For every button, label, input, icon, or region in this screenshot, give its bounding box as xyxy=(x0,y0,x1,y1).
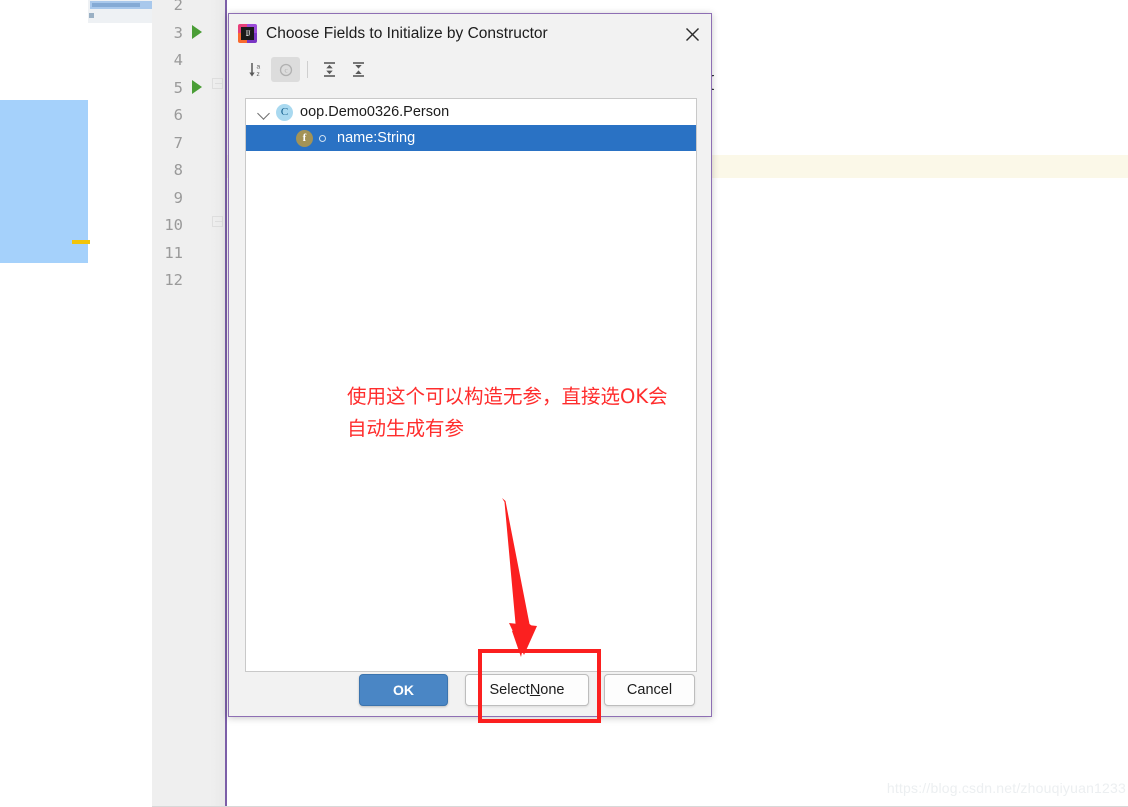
tree-node-field-label: name:String xyxy=(337,130,416,146)
editor-gutter[interactable]: 2 3 4 5 6 7 8 9 10 11 12 xyxy=(152,0,227,807)
group-by-class-icon[interactable]: c xyxy=(271,57,300,82)
gutter-line-number: 3 xyxy=(173,23,183,42)
gutter-line-number: 2 xyxy=(173,0,183,14)
gutter-line-number: 12 xyxy=(164,271,183,289)
annotation-note-text: 使用这个可以构造无参，直接选OK会 自动生成有参 xyxy=(347,385,668,440)
annotation-highlight-box xyxy=(478,649,601,723)
chevron-down-icon[interactable] xyxy=(256,104,272,120)
visibility-dot-icon xyxy=(319,134,326,142)
gutter-line-number: 7 xyxy=(173,133,183,152)
class-badge-icon: C xyxy=(276,103,293,121)
run-gutter-icon-line-3[interactable] xyxy=(192,25,202,39)
tool-window-panel xyxy=(0,100,88,263)
intellij-idea-icon: IJ xyxy=(238,24,257,43)
svg-text:c: c xyxy=(284,66,287,74)
tree-node-class-label: oop.Demo0326.Person xyxy=(300,104,450,120)
dialog-titlebar: IJ Choose Fields to Initialize by Constr… xyxy=(229,14,711,53)
gutter-line-number: 10 xyxy=(164,216,183,234)
gold-marker-line xyxy=(72,240,90,244)
dialog-button-row: OK Select None Cancel xyxy=(229,674,711,706)
tree-node-field[interactable]: f name:String xyxy=(246,125,696,151)
annotation-arrow-icon xyxy=(502,498,537,657)
chip-bar-secondary xyxy=(92,3,140,7)
collapse-all-icon[interactable] xyxy=(344,57,373,82)
gutter-separator xyxy=(225,0,227,807)
gutter-line-number: 6 xyxy=(173,106,183,124)
expand-all-icon[interactable] xyxy=(315,57,344,82)
tree-node-class[interactable]: C oop.Demo0326.Person xyxy=(246,99,696,125)
close-icon[interactable] xyxy=(681,23,703,45)
gutter-line-number: 5 xyxy=(173,78,183,97)
ok-button[interactable]: OK xyxy=(359,674,448,706)
toolbar-separator xyxy=(307,61,308,78)
svg-text:a: a xyxy=(257,64,261,71)
dialog-toolbar: a z c xyxy=(229,53,711,86)
code-fold-icon-line-10[interactable] xyxy=(212,216,223,227)
gutter-line-number: 4 xyxy=(173,51,183,69)
dialog-title: Choose Fields to Initialize by Construct… xyxy=(266,24,548,42)
gutter-line-number: 8 xyxy=(173,161,183,179)
svg-text:z: z xyxy=(257,71,260,78)
gutter-line-number: 11 xyxy=(164,243,183,262)
choose-fields-dialog: IJ Choose Fields to Initialize by Constr… xyxy=(228,13,712,717)
run-gutter-icon-line-5[interactable] xyxy=(192,80,202,94)
code-fold-icon-line-5[interactable] xyxy=(212,78,223,89)
sort-alphabetically-icon[interactable]: a z xyxy=(242,57,271,82)
field-badge-icon: f xyxy=(296,129,313,147)
chip-bar-tertiary xyxy=(89,13,94,18)
watermark-text: https://blog.csdn.net/zhouqiyuan1233 xyxy=(886,780,1126,796)
cancel-button[interactable]: Cancel xyxy=(604,674,695,706)
screen-root: { 23456789101112 IJ Choose Fields to Ini… xyxy=(0,0,1128,807)
gutter-line-number: 9 xyxy=(173,188,183,207)
fields-tree-panel[interactable]: C oop.Demo0326.Person f name:String 使用这个… xyxy=(245,98,697,672)
